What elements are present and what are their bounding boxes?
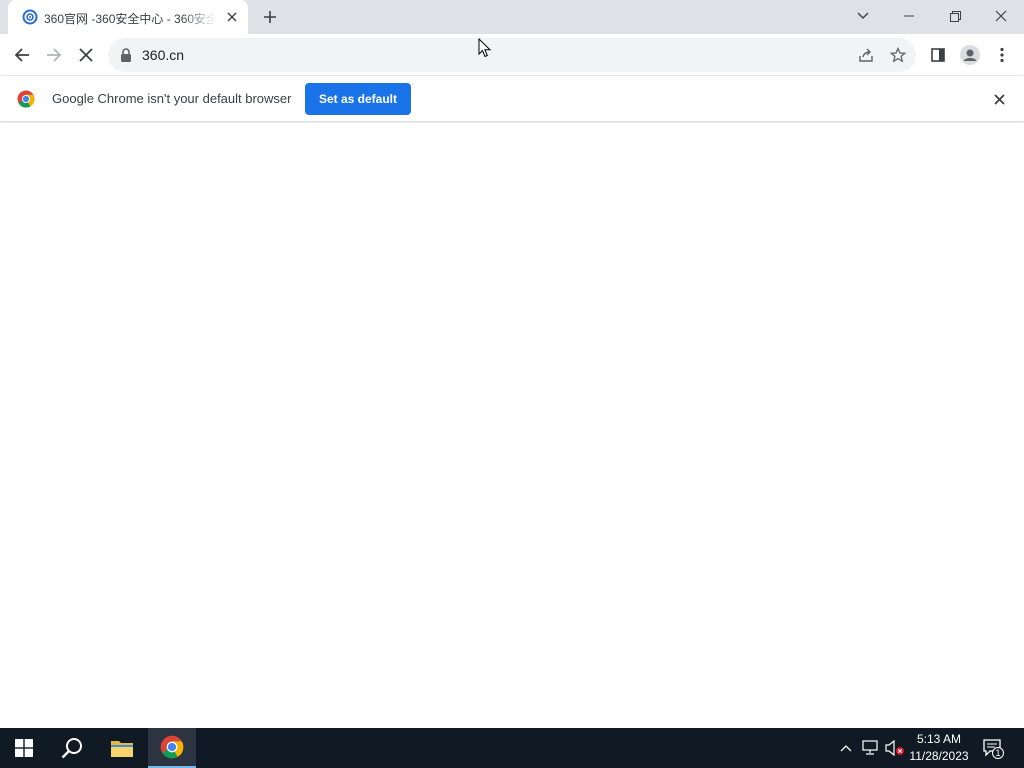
restore-button[interactable] [932,0,978,32]
windows-logo-icon [15,739,33,757]
chrome-logo-icon [17,90,35,108]
star-icon[interactable] [888,45,908,65]
set-as-default-button[interactable]: Set as default [305,83,411,115]
toolbar: 360.cn [0,34,1024,76]
back-icon [14,48,29,62]
search-button[interactable] [48,728,96,768]
menu-icon [1000,47,1004,63]
clock-date: 11/28/2023 [909,749,969,763]
close-window-button[interactable] [978,0,1024,32]
address-bar[interactable]: 360.cn [108,38,916,72]
chrome-taskbar-button[interactable] [148,728,196,768]
taskbar: 5:13 AM 11/28/2023 1 [0,728,1024,768]
lock-icon[interactable] [120,48,132,62]
side-panel-button[interactable] [924,41,952,69]
system-clock[interactable]: 5:13 AM 11/28/2023 [904,731,974,765]
page-content [0,123,1024,728]
plus-icon [264,11,276,23]
tab-close-icon[interactable] [224,9,240,25]
side-panel-icon [931,48,945,62]
notification-count: 1 [995,748,1001,758]
profile-icon [960,45,980,65]
chevron-up-icon[interactable] [836,738,856,758]
url-text[interactable]: 360.cn [142,47,184,63]
new-tab-button[interactable] [258,5,282,29]
default-browser-infobar: Google Chrome isn't your default browser… [0,76,1024,122]
minimize-icon [904,15,914,17]
forward-button[interactable] [40,41,68,69]
profile-button[interactable] [956,41,984,69]
active-tab[interactable]: 360官网 -360安全中心 - 360安全 [8,0,248,34]
search-icon [61,738,82,759]
file-explorer-button[interactable] [98,728,146,768]
menu-button[interactable] [988,41,1016,69]
tab-strip: 360官网 -360安全中心 - 360安全 [0,0,1024,34]
restore-icon [949,10,961,22]
360-favicon-icon [22,9,38,25]
volume-muted-icon[interactable] [885,738,905,758]
forward-icon [47,48,62,62]
minimize-button[interactable] [886,0,932,32]
stop-button[interactable] [72,41,100,69]
browser-window: 360官网 -360安全中心 - 360安全 360.cn Google Chr… [0,0,1024,728]
infobar-message: Google Chrome isn't your default browser [52,91,292,106]
chevron-down-icon [857,12,869,19]
folder-icon [111,741,133,757]
infobar-close-icon[interactable] [990,90,1008,108]
mouse-cursor-icon [478,37,492,58]
back-button[interactable] [8,41,36,69]
chrome-icon [160,735,184,759]
notification-icon[interactable]: 1 [982,737,1004,759]
start-button[interactable] [0,728,48,768]
share-icon[interactable] [856,45,876,65]
close-icon [995,10,1007,22]
network-icon[interactable] [861,738,881,758]
stop-icon [79,48,93,62]
tab-search-button[interactable] [840,0,886,32]
clock-time: 5:13 AM [916,732,962,746]
tab-title: 360官网 -360安全中心 - 360安全 [44,12,216,26]
